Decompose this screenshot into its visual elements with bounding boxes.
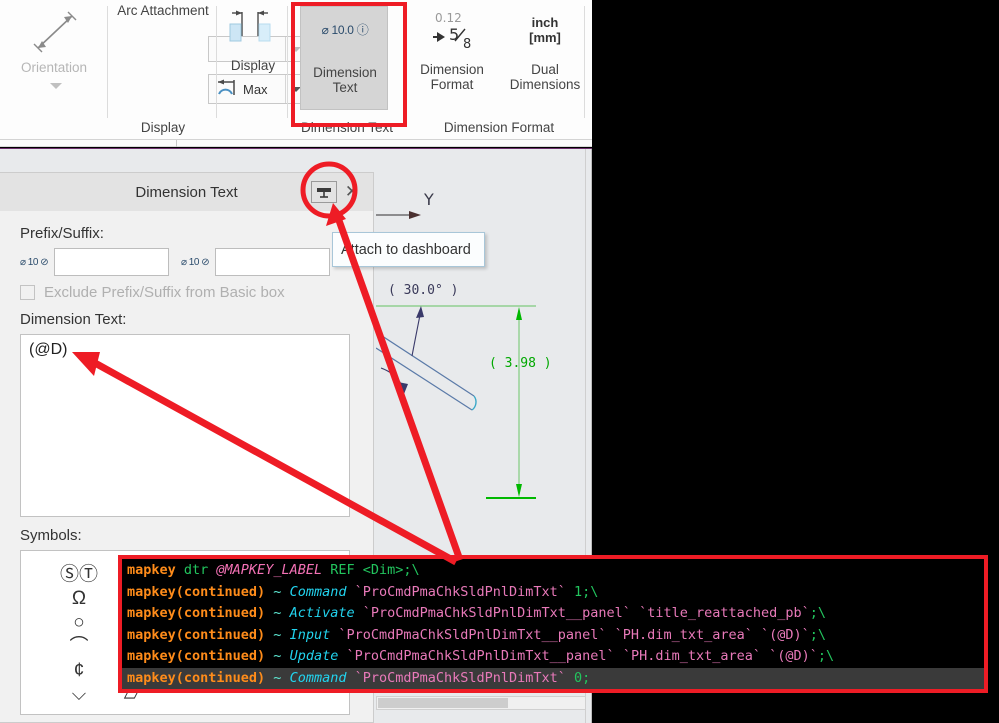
angle-dimension-text[interactable]: ( 30.0° ): [388, 283, 458, 298]
mapkey-code-block: mapkey dtr @MAPKEY_LABEL REF <Dim>;\mapk…: [118, 555, 988, 693]
exclude-prefix-suffix-row[interactable]: Exclude Prefix/Suffix from Basic box: [20, 284, 353, 301]
ribbon-separator: [584, 6, 585, 118]
dimension-text-ribbon-button[interactable]: ⌀ 10.0 ⓘ Dimension Text: [300, 6, 388, 110]
dual-dimensions-icon: inch [mm]: [498, 6, 592, 54]
chevron-down-icon[interactable]: [50, 83, 62, 89]
dimension-format-button[interactable]: 0.12 5 8: [406, 6, 498, 54]
ribbon-group-dimension-format: 0.12 5 8 Dimension Format inch [mm]: [406, 0, 592, 140]
ribbon-group-dimension-text: ⌀ 10.0 ⓘ Dimension Text Dimension Text: [288, 0, 406, 140]
symbol-item[interactable]: ⓈⓉ: [53, 563, 105, 587]
svg-text:Y: Y: [423, 190, 434, 209]
dimension-text-button-label-1: Dimension: [301, 65, 389, 80]
horizontal-scrollbar[interactable]: [376, 696, 586, 710]
ribbon-separator: [216, 6, 217, 118]
symbol-item[interactable]: ⌒: [53, 635, 105, 659]
suffix-symbol-icon: ⌀ 10 ⊘: [181, 257, 209, 268]
code-line: mapkey(continued) ~ Input `ProCmdPmaChkS…: [122, 625, 984, 647]
close-icon[interactable]: ✕: [343, 182, 361, 202]
panel-title: Dimension Text: [135, 184, 237, 201]
dimension-text-textarea[interactable]: (@D): [20, 334, 350, 517]
ribbon-group-orientation: Orientation: [0, 0, 108, 140]
dimension-text-button-label-2: Text: [301, 80, 389, 95]
code-line: mapkey(continued) ~ Command `ProCmdPmaCh…: [122, 668, 984, 690]
code-line: mapkey(continued) ~ Activate `ProCmdPmaC…: [122, 603, 984, 625]
ribbon-group-display: Display: [218, 0, 288, 140]
dimension-format-icon: 0.12 5 8: [406, 6, 498, 54]
orientation-label: Orientation: [0, 60, 108, 75]
ribbon-toolbar: Orientation Arc Attachment Max: [0, 0, 592, 140]
svg-text:5: 5: [449, 25, 459, 44]
attach-to-dashboard-button[interactable]: [311, 181, 337, 203]
dimension-text-icon: ⌀ 10.0 ⓘ: [301, 21, 389, 38]
dimension-format-label-2: Format: [406, 77, 498, 92]
dual-dimensions-icon-line-1: inch: [529, 15, 561, 30]
panel-header: Dimension Text ✕: [0, 173, 373, 211]
dual-dimensions-label-2: Dimensions: [498, 77, 592, 92]
tooltip-text: Attach to dashboard: [341, 242, 471, 258]
symbols-label: Symbols:: [20, 527, 353, 544]
code-line: mapkey(continued) ~ Update `ProCmdPmaChk…: [122, 646, 984, 668]
code-lines: mapkey dtr @MAPKEY_LABEL REF <Dim>;\mapk…: [122, 560, 984, 689]
dimension-format-label-1: Dimension: [406, 62, 498, 77]
witness-line-display-icon[interactable]: [224, 6, 282, 54]
svg-text:0.12: 0.12: [435, 11, 462, 25]
ribbon-group-title-display: Display: [108, 120, 218, 135]
display-button-label: Display: [218, 58, 288, 73]
dual-dimensions-icon-line-2: [mm]: [529, 30, 561, 45]
ribbon-group-title-dimension-text: Dimension Text: [288, 120, 406, 135]
arc-attachment-label: Arc Attachment: [108, 3, 218, 18]
symbol-item[interactable]: ¢: [53, 659, 105, 683]
prefix-input[interactable]: [54, 248, 169, 276]
dual-dimensions-label-1: Dual: [498, 62, 592, 77]
tooltip-attach-to-dashboard: Attach to dashboard: [332, 232, 485, 267]
dimension-orientation-icon: [30, 8, 80, 56]
scrollbar-thumb[interactable]: [378, 698, 508, 708]
exclude-prefix-suffix-label: Exclude Prefix/Suffix from Basic box: [44, 284, 285, 301]
ribbon-bottom-strip: [0, 140, 592, 147]
dual-dimensions-button[interactable]: inch [mm]: [498, 6, 592, 54]
code-line: mapkey(continued) ~ Command `ProCmdPmaCh…: [122, 582, 984, 604]
prefix-symbol-icon: ⌀ 10 ⊘: [20, 257, 48, 268]
ribbon-group-arc-attachment: Arc Attachment Max Display: [108, 0, 218, 140]
exclude-prefix-suffix-checkbox[interactable]: [20, 285, 35, 300]
symbol-item[interactable]: Ω: [53, 587, 105, 611]
dimension-text-field-label: Dimension Text:: [20, 311, 353, 328]
code-line: mapkey dtr @MAPKEY_LABEL REF <Dim>;\: [122, 560, 984, 582]
strip-divider: [176, 140, 177, 147]
symbols-column-1: ⓈⓉΩ○⌒¢⌵: [53, 563, 105, 707]
symbol-item[interactable]: ⌵: [53, 683, 105, 707]
prefix-suffix-label: Prefix/Suffix:: [20, 225, 353, 242]
prefix-suffix-row: ⌀ 10 ⊘ ⌀ 10 ⊘: [20, 248, 353, 276]
ribbon-group-title-dimension-format: Dimension Format: [406, 120, 592, 135]
suffix-input[interactable]: [215, 248, 330, 276]
attach-to-dashboard-icon: [316, 185, 332, 199]
symbol-item[interactable]: ○: [53, 611, 105, 635]
svg-text:8: 8: [463, 37, 471, 52]
linear-dimension-text[interactable]: ( 3.98 ): [489, 356, 552, 371]
cad-drawing-content: Y ( 30.0° ) ( 3.98 ): [376, 160, 586, 570]
